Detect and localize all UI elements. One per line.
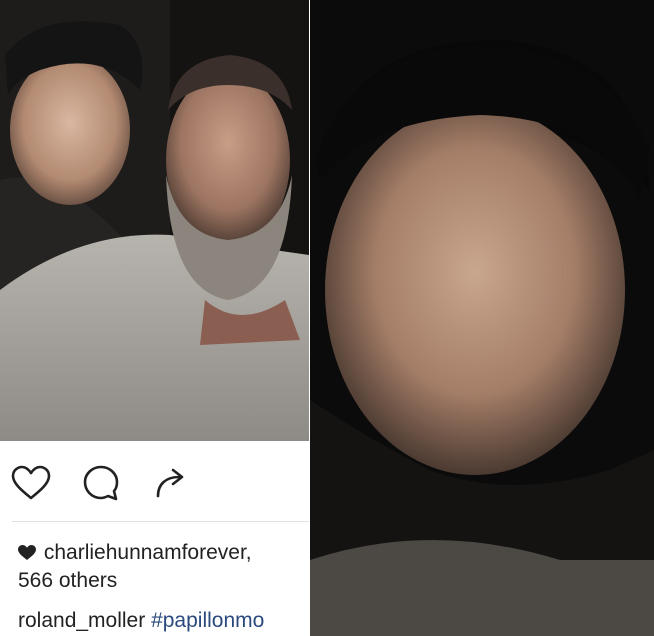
caption-hashtag[interactable]: #papillonmo <box>151 609 264 632</box>
divider <box>12 521 309 522</box>
heart-outline-icon <box>11 465 51 500</box>
selfie-image <box>0 0 309 441</box>
closeup-image <box>310 0 654 636</box>
closeup-photo-right <box>310 0 654 636</box>
likes-others[interactable]: 566 others <box>18 567 117 594</box>
action-bar <box>10 463 192 503</box>
share-button[interactable] <box>150 462 192 504</box>
instagram-post-panel: charliehunnamforever, 566 others roland_… <box>0 441 309 636</box>
heart-filled-icon <box>18 541 38 568</box>
like-button[interactable] <box>10 462 52 504</box>
likes-username[interactable]: charliehunnamforever, <box>44 541 252 564</box>
share-arrow-icon <box>156 468 184 498</box>
caption-username[interactable]: roland_moller <box>18 609 145 632</box>
collage: charliehunnamforever, 566 others roland_… <box>0 0 654 636</box>
selfie-photo-left <box>0 0 309 441</box>
caption: roland_moller #papillonmo <box>18 607 309 634</box>
comment-bubble-icon <box>83 465 119 501</box>
likes-line: charliehunnamforever, <box>18 539 318 568</box>
comment-button[interactable] <box>80 462 122 504</box>
